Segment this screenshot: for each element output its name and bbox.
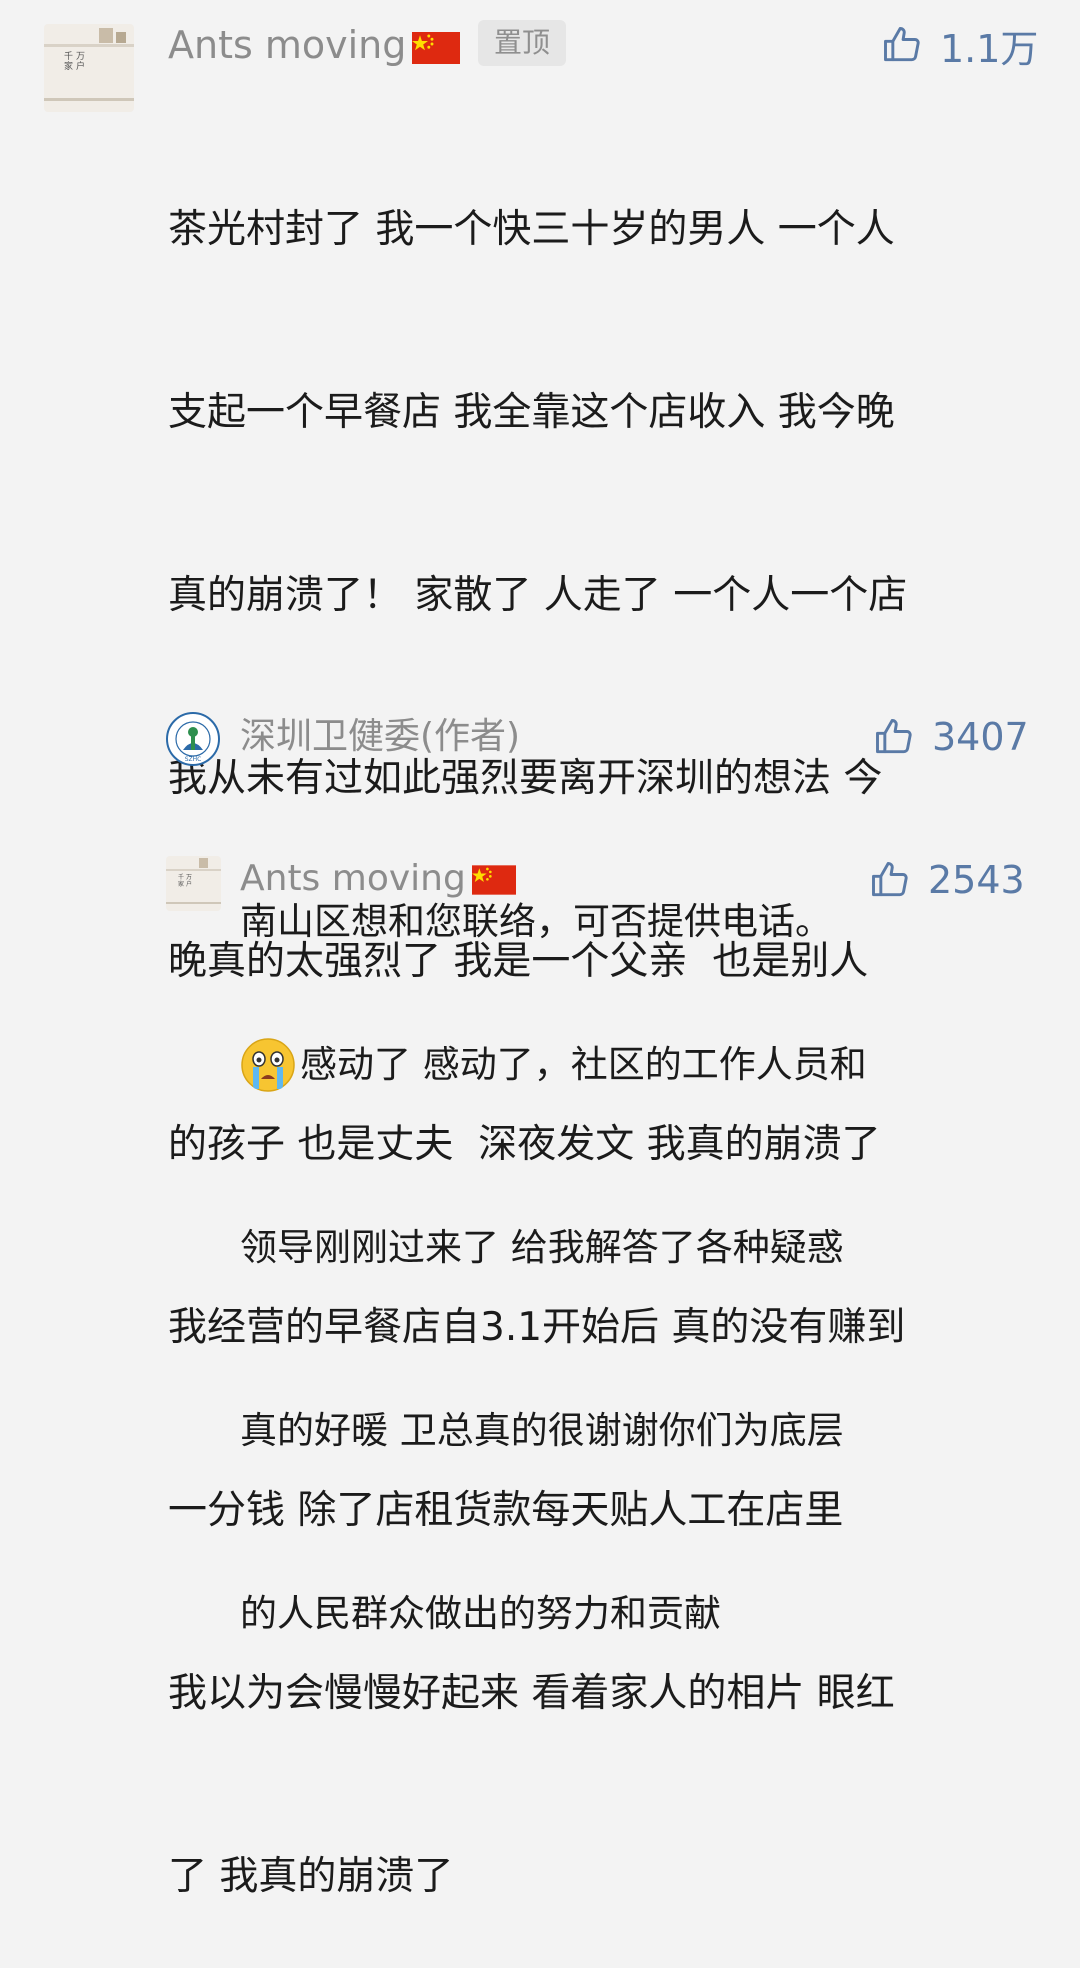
like-button[interactable]: 1.1万 (880, 20, 1039, 71)
logo-text: SZHC (185, 756, 202, 763)
thumbs-up-icon (872, 862, 908, 897)
author-name-text[interactable]: Ants moving (240, 858, 466, 899)
thumbs-up-icon (884, 27, 920, 62)
comment-line: 支起一个早餐店 我全靠这个店收入 我今晚 (168, 390, 895, 435)
reply-line: 领导刚刚过来了 给我解答了各种疑惑 (240, 1226, 844, 1269)
szhc-logo-icon[interactable]: SZHC (166, 712, 220, 766)
like-count: 1.1万 (940, 26, 1039, 71)
reply-line: 真的好暖 卫总真的很谢谢你们为底层 (240, 1409, 844, 1452)
pinned-badge: 置顶 (478, 20, 566, 66)
like-count: 2543 (928, 858, 1025, 902)
china-flag-icon (412, 31, 461, 64)
comment-line: 了 我真的崩溃了 (168, 1854, 454, 1899)
reply-line: 的人民群众做出的努力和贡献 (240, 1592, 721, 1635)
like-button[interactable]: 3407 (872, 712, 1029, 762)
reply-text: 感动了 感动了，社区的工作人员和 领导刚刚过来了 给我解答了各种疑惑 真的好暖 … (240, 912, 867, 1705)
like-count: 3407 (932, 715, 1029, 759)
reply-line: 感动了 感动了，社区的工作人员和 (240, 1034, 867, 1095)
author-name[interactable]: 深圳卫健委(作者) (240, 714, 520, 760)
author-name-text[interactable]: Ants moving (168, 23, 406, 67)
like-button[interactable]: 2543 (868, 855, 1025, 905)
reply-line-text: 感动了 感动了，社区的工作人员和 (300, 1043, 867, 1086)
crying-face-emoji-icon (241, 1037, 295, 1092)
comment-line: 真的崩溃了！ 家散了 人走了 一个人一个店 (168, 573, 908, 618)
author-name[interactable]: Ants moving (168, 22, 461, 68)
avatar[interactable]: 千家 万户 (44, 24, 134, 112)
avatar[interactable]: 千家 万户 (166, 856, 221, 911)
china-flag-icon (471, 865, 516, 895)
comment-line: 茶光村封了 我一个快三十岁的男人 一个人 (168, 207, 895, 252)
thumbs-up-icon (876, 719, 912, 754)
author-name[interactable]: Ants moving (240, 856, 516, 902)
